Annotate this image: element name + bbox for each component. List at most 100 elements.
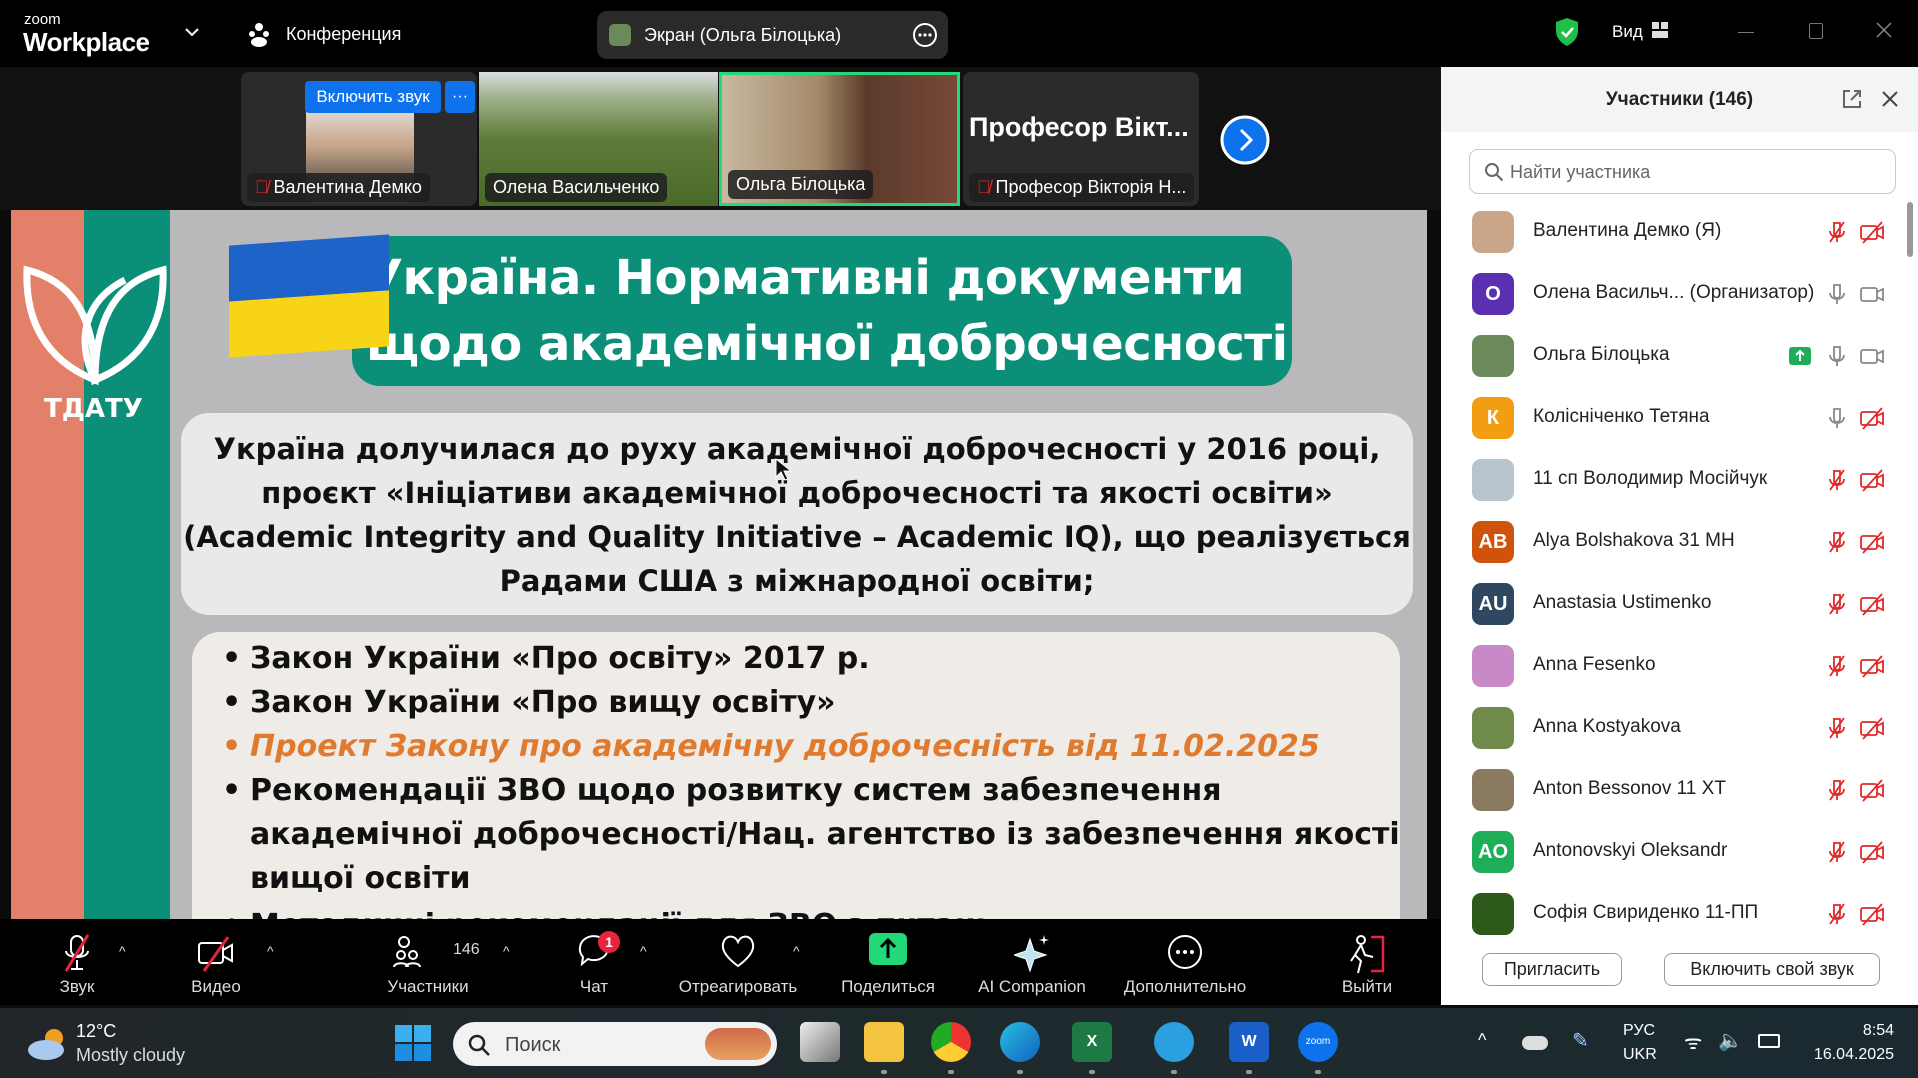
meeting-label[interactable]: Конференция <box>286 24 401 45</box>
lang-layout[interactable]: UKR <box>1623 1046 1657 1064</box>
zoom-taskbar-icon[interactable]: zoom <box>1298 1022 1338 1062</box>
video-options-caret[interactable]: ^ <box>267 943 274 959</box>
thumbnail-valentyna[interactable]: Включить звук ··· 🎙̸ Валентина Демко <box>241 72 477 206</box>
participant-row[interactable]: К Колісніченко Тетяна <box>1441 387 1911 449</box>
participant-row[interactable]: Anna Kostyakova <box>1441 697 1911 759</box>
mic-icon[interactable] <box>1825 406 1849 430</box>
participant-row[interactable]: AU Anastasia Ustimenko <box>1441 573 1911 635</box>
wifi-icon[interactable]: ᯤ <box>1684 1028 1702 1055</box>
view-button[interactable]: Вид <box>1612 22 1643 42</box>
tray-expand-icon[interactable]: ^ <box>1478 1030 1486 1051</box>
onedrive-icon[interactable] <box>1522 1036 1548 1050</box>
file-explorer-icon[interactable] <box>864 1022 904 1062</box>
edge-icon[interactable] <box>1000 1022 1040 1062</box>
heart-icon <box>721 935 755 968</box>
participant-row[interactable]: AB Alya Bolshakova 31 МН <box>1441 511 1911 573</box>
participant-row[interactable]: Anton Bessonov 11 ХТ <box>1441 759 1911 821</box>
avatar: К <box>1472 397 1514 439</box>
muted-mic-icon[interactable] <box>1825 840 1849 864</box>
weather-desc[interactable]: Mostly cloudy <box>76 1045 185 1066</box>
muted-mic-icon[interactable] <box>1825 592 1849 616</box>
muted-mic-icon[interactable] <box>1825 654 1849 678</box>
more-button[interactable]: Дополнительно <box>1124 919 1246 1005</box>
video-off-icon[interactable] <box>1860 220 1884 244</box>
video-off-icon[interactable] <box>1860 654 1884 678</box>
taskbar-search[interactable]: Поиск <box>453 1022 777 1066</box>
participant-row[interactable]: Валентина Демко (Я) <box>1441 201 1911 263</box>
grid-view-icon[interactable] <box>1651 21 1669 39</box>
chrome-icon[interactable] <box>931 1022 971 1062</box>
minimize-button[interactable] <box>1738 32 1754 33</box>
muted-mic-icon[interactable] <box>1825 220 1849 244</box>
pen-icon[interactable]: ✎ <box>1572 1028 1589 1053</box>
video-off-icon[interactable] <box>1860 530 1884 554</box>
bullet-item: Методичні рекомендації для ЗВО з питань … <box>222 904 1039 919</box>
share-screen-pill[interactable]: Экран (Ольга Білоцька) <box>597 11 948 59</box>
thumbnail-olha-active[interactable]: Ольга Білоцька <box>719 72 960 206</box>
video-off-icon[interactable] <box>1860 778 1884 802</box>
react-button[interactable]: Отреагировать <box>673 919 803 1005</box>
participant-search-input[interactable]: Найти участника <box>1469 149 1896 194</box>
audio-button[interactable]: Звук <box>37 919 117 1005</box>
muted-mic-icon[interactable] <box>1825 468 1849 492</box>
next-page-arrow-icon[interactable] <box>1220 115 1270 165</box>
chat-options-caret[interactable]: ^ <box>640 943 647 959</box>
telegram-icon[interactable] <box>1154 1022 1194 1062</box>
muted-mic-icon[interactable] <box>1825 530 1849 554</box>
react-options-caret[interactable]: ^ <box>793 943 800 959</box>
weather-cloudy-icon[interactable] <box>26 1026 68 1062</box>
more-icon[interactable] <box>912 22 938 48</box>
thumbnail-professor[interactable]: Професор Вікт... 🎙̸ Професор Вікторія Н.… <box>963 72 1199 206</box>
muted-mic-icon[interactable] <box>1825 778 1849 802</box>
invite-button[interactable]: Пригласить <box>1482 953 1622 986</box>
participant-row[interactable]: AO Antonovskyi Oleksandr <box>1441 821 1911 883</box>
close-panel-icon[interactable] <box>1882 91 1898 107</box>
video-icon[interactable] <box>1860 282 1884 306</box>
participant-row[interactable]: Ольга Білоцька <box>1441 325 1911 387</box>
lang-indicator[interactable]: РУС <box>1623 1022 1655 1040</box>
windows-start-icon[interactable] <box>395 1025 431 1061</box>
clock-date[interactable]: 16.04.2025 <box>1800 1046 1894 1064</box>
mic-icon[interactable] <box>1825 282 1849 306</box>
participants-button[interactable]: 146 Участники <box>378 919 480 1005</box>
video-icon[interactable] <box>1860 344 1884 368</box>
video-off-icon[interactable] <box>1860 902 1884 926</box>
unmute-self-button[interactable]: Включить свой звук <box>1664 953 1880 986</box>
maximize-button[interactable] <box>1809 23 1823 39</box>
video-button[interactable]: Видео <box>176 919 256 1005</box>
weather-temp[interactable]: 12°C <box>76 1021 116 1042</box>
video-off-icon[interactable] <box>1860 406 1884 430</box>
clock-time[interactable]: 8:54 <box>1800 1022 1894 1040</box>
battery-icon[interactable] <box>1758 1034 1780 1048</box>
video-off-icon[interactable] <box>1860 592 1884 616</box>
video-off-icon[interactable] <box>1860 468 1884 492</box>
unmute-request-button[interactable]: Включить звук <box>305 81 441 113</box>
muted-mic-icon[interactable] <box>1825 716 1849 740</box>
volume-icon[interactable]: 🔈 <box>1718 1028 1743 1053</box>
ai-companion-button[interactable]: AI Companion <box>977 919 1087 1005</box>
mic-icon[interactable] <box>1825 344 1849 368</box>
word-icon[interactable]: W <box>1229 1022 1269 1062</box>
excel-icon[interactable]: X <box>1072 1022 1112 1062</box>
video-off-icon[interactable] <box>1860 716 1884 740</box>
chevron-down-icon[interactable] <box>184 26 200 38</box>
participant-row[interactable]: Софія Свириденко 11-ПП <box>1441 883 1911 945</box>
chat-button[interactable]: 1 Чат <box>554 919 634 1005</box>
participant-row[interactable]: Anna Fesenko <box>1441 635 1911 697</box>
thumbnail-olena[interactable]: Олена Васильченко <box>479 72 718 206</box>
shield-check-icon[interactable] <box>1554 17 1580 47</box>
popout-icon[interactable] <box>1841 88 1863 110</box>
share-button[interactable]: Поделиться <box>838 919 938 1005</box>
participant-row[interactable]: О Олена Васильч... (Организатор) <box>1441 263 1911 325</box>
participant-row[interactable]: 11 сп Володимир Мосійчук <box>1441 449 1911 511</box>
close-window-icon[interactable] <box>1876 22 1892 38</box>
leave-button[interactable]: Выйти <box>1327 919 1407 1005</box>
participants-options-caret[interactable]: ^ <box>503 943 510 959</box>
sharer-avatar <box>609 24 631 46</box>
participant-list-scrollbar[interactable] <box>1907 202 1913 257</box>
thumbnail-more-button[interactable]: ··· <box>445 81 475 113</box>
audio-options-caret[interactable]: ^ <box>119 943 126 959</box>
task-view-icon[interactable] <box>800 1022 840 1062</box>
muted-mic-icon[interactable] <box>1825 902 1849 926</box>
video-off-icon[interactable] <box>1860 840 1884 864</box>
